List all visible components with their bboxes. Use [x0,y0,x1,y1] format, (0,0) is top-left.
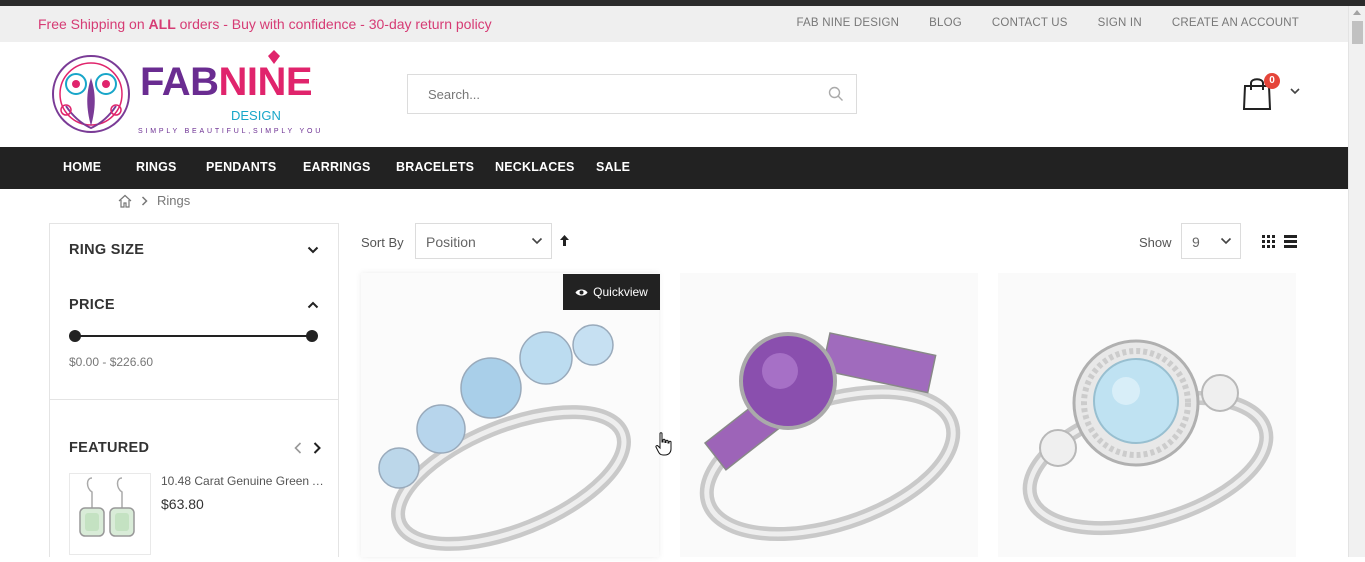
main-navigation: HOME RINGS PENDANTS EARRINGS BRACELETS N… [0,147,1348,189]
nav-rings[interactable]: RINGS [136,160,177,174]
show-select-value: 9 [1192,234,1200,250]
top-link-create-account[interactable]: CREATE AN ACCOUNT [1172,17,1299,29]
chevron-down-icon [1220,237,1232,245]
sort-select-value: Position [426,234,476,250]
logo-tagline: SIMPLY BEAUTIFUL,SIMPLY YOU [138,128,324,135]
nav-necklaces[interactable]: NECKLACES [495,160,575,174]
sort-by-label: Sort By [361,235,404,250]
filter-price-title[interactable]: PRICE [69,297,115,313]
hand-pointer-cursor-icon [655,432,672,456]
breadcrumb: Rings [118,193,190,208]
scrollbar-thumb[interactable] [1352,21,1363,44]
chevron-right-icon [141,195,148,206]
filter-sidebar: RING SIZE PRICE $0.00 - $226.60 FEATURED… [49,223,339,557]
top-link-sign-in[interactable]: SIGN IN [1098,17,1142,29]
nav-home[interactable]: HOME [63,160,101,174]
price-slider-track[interactable] [75,335,312,337]
logo-part-fab: FAB [140,60,219,104]
breadcrumb-current: Rings [157,193,191,208]
nav-pendants[interactable]: PENDANTS [206,160,276,174]
home-icon[interactable] [118,194,132,208]
top-bar: Free Shipping on ALL orders - Buy with c… [0,6,1348,42]
eye-icon [575,289,588,295]
cart-button[interactable]: 0 [1240,72,1300,112]
show-label: Show [1139,235,1172,250]
promo-bold: ALL [148,16,176,32]
price-range-text: $0.00 - $226.60 [69,355,154,369]
sort-select[interactable]: Position [415,223,552,259]
promo-suffix: orders - Buy with confidence - 30-day re… [175,16,492,32]
top-links: FAB NINE DESIGN BLOG CONTACT US SIGN IN … [796,17,1299,29]
cart-count-badge: 0 [1264,73,1280,89]
nav-sale[interactable]: SALE [596,160,630,174]
sort-direction-arrow-icon[interactable] [559,234,570,247]
blue-topaz-halo-ring-image [1022,339,1274,536]
nav-bracelets[interactable]: BRACELETS [396,160,474,174]
quickview-label: Quickview [593,285,648,299]
show-select[interactable]: 9 [1181,223,1241,259]
search-box [407,74,857,114]
nav-earrings[interactable]: EARRINGS [303,160,371,174]
product-card[interactable] [680,273,978,557]
logo-wordmark: FABNINE [140,60,313,105]
scroll-up-arrow-icon[interactable] [1353,10,1361,15]
filter-ring-size-title[interactable]: RING SIZE [69,242,144,258]
price-slider-max-handle[interactable] [306,330,318,342]
chevron-left-icon[interactable] [294,442,302,454]
chevron-right-icon[interactable] [313,442,321,454]
sidebar-divider [50,399,338,400]
promo-message: Free Shipping on ALL orders - Buy with c… [38,16,492,32]
list-view-icon[interactable] [1284,235,1297,248]
search-icon[interactable] [828,86,844,102]
promo-prefix: Free Shipping on [38,16,149,32]
site-logo[interactable]: FABNINE DESIGN SIMPLY BEAUTIFUL,SIMPLY Y… [48,48,348,140]
grid-view-icon[interactable] [1262,235,1275,248]
peacock-emblem-icon [52,55,130,133]
page-scrollbar[interactable] [1348,6,1365,557]
product-card[interactable] [998,273,1296,557]
top-link-fab-nine-design[interactable]: FAB NINE DESIGN [796,17,899,29]
chevron-down-icon [531,237,543,245]
search-input[interactable] [408,75,808,113]
top-link-blog[interactable]: BLOG [929,17,962,29]
blue-topaz-ring-image [378,324,631,551]
chevron-down-icon[interactable] [307,246,319,254]
logo-design-text: DESIGN [231,108,281,123]
featured-product-name[interactable]: 10.48 Carat Genuine Green Amethyst .925 … [161,474,326,488]
logo-part-nine: NINE [218,60,313,104]
product-card[interactable] [361,273,659,557]
chevron-down-icon[interactable] [1290,88,1300,95]
earrings-image [79,477,135,537]
amethyst-ring-image [699,332,961,542]
featured-title: FEATURED [69,440,150,456]
featured-product-price: $63.80 [161,496,204,512]
chevron-up-icon[interactable] [307,301,319,309]
price-slider-min-handle[interactable] [69,330,81,342]
featured-product-image[interactable] [69,473,151,555]
top-link-contact-us[interactable]: CONTACT US [992,17,1068,29]
quickview-button[interactable]: Quickview [563,274,660,310]
